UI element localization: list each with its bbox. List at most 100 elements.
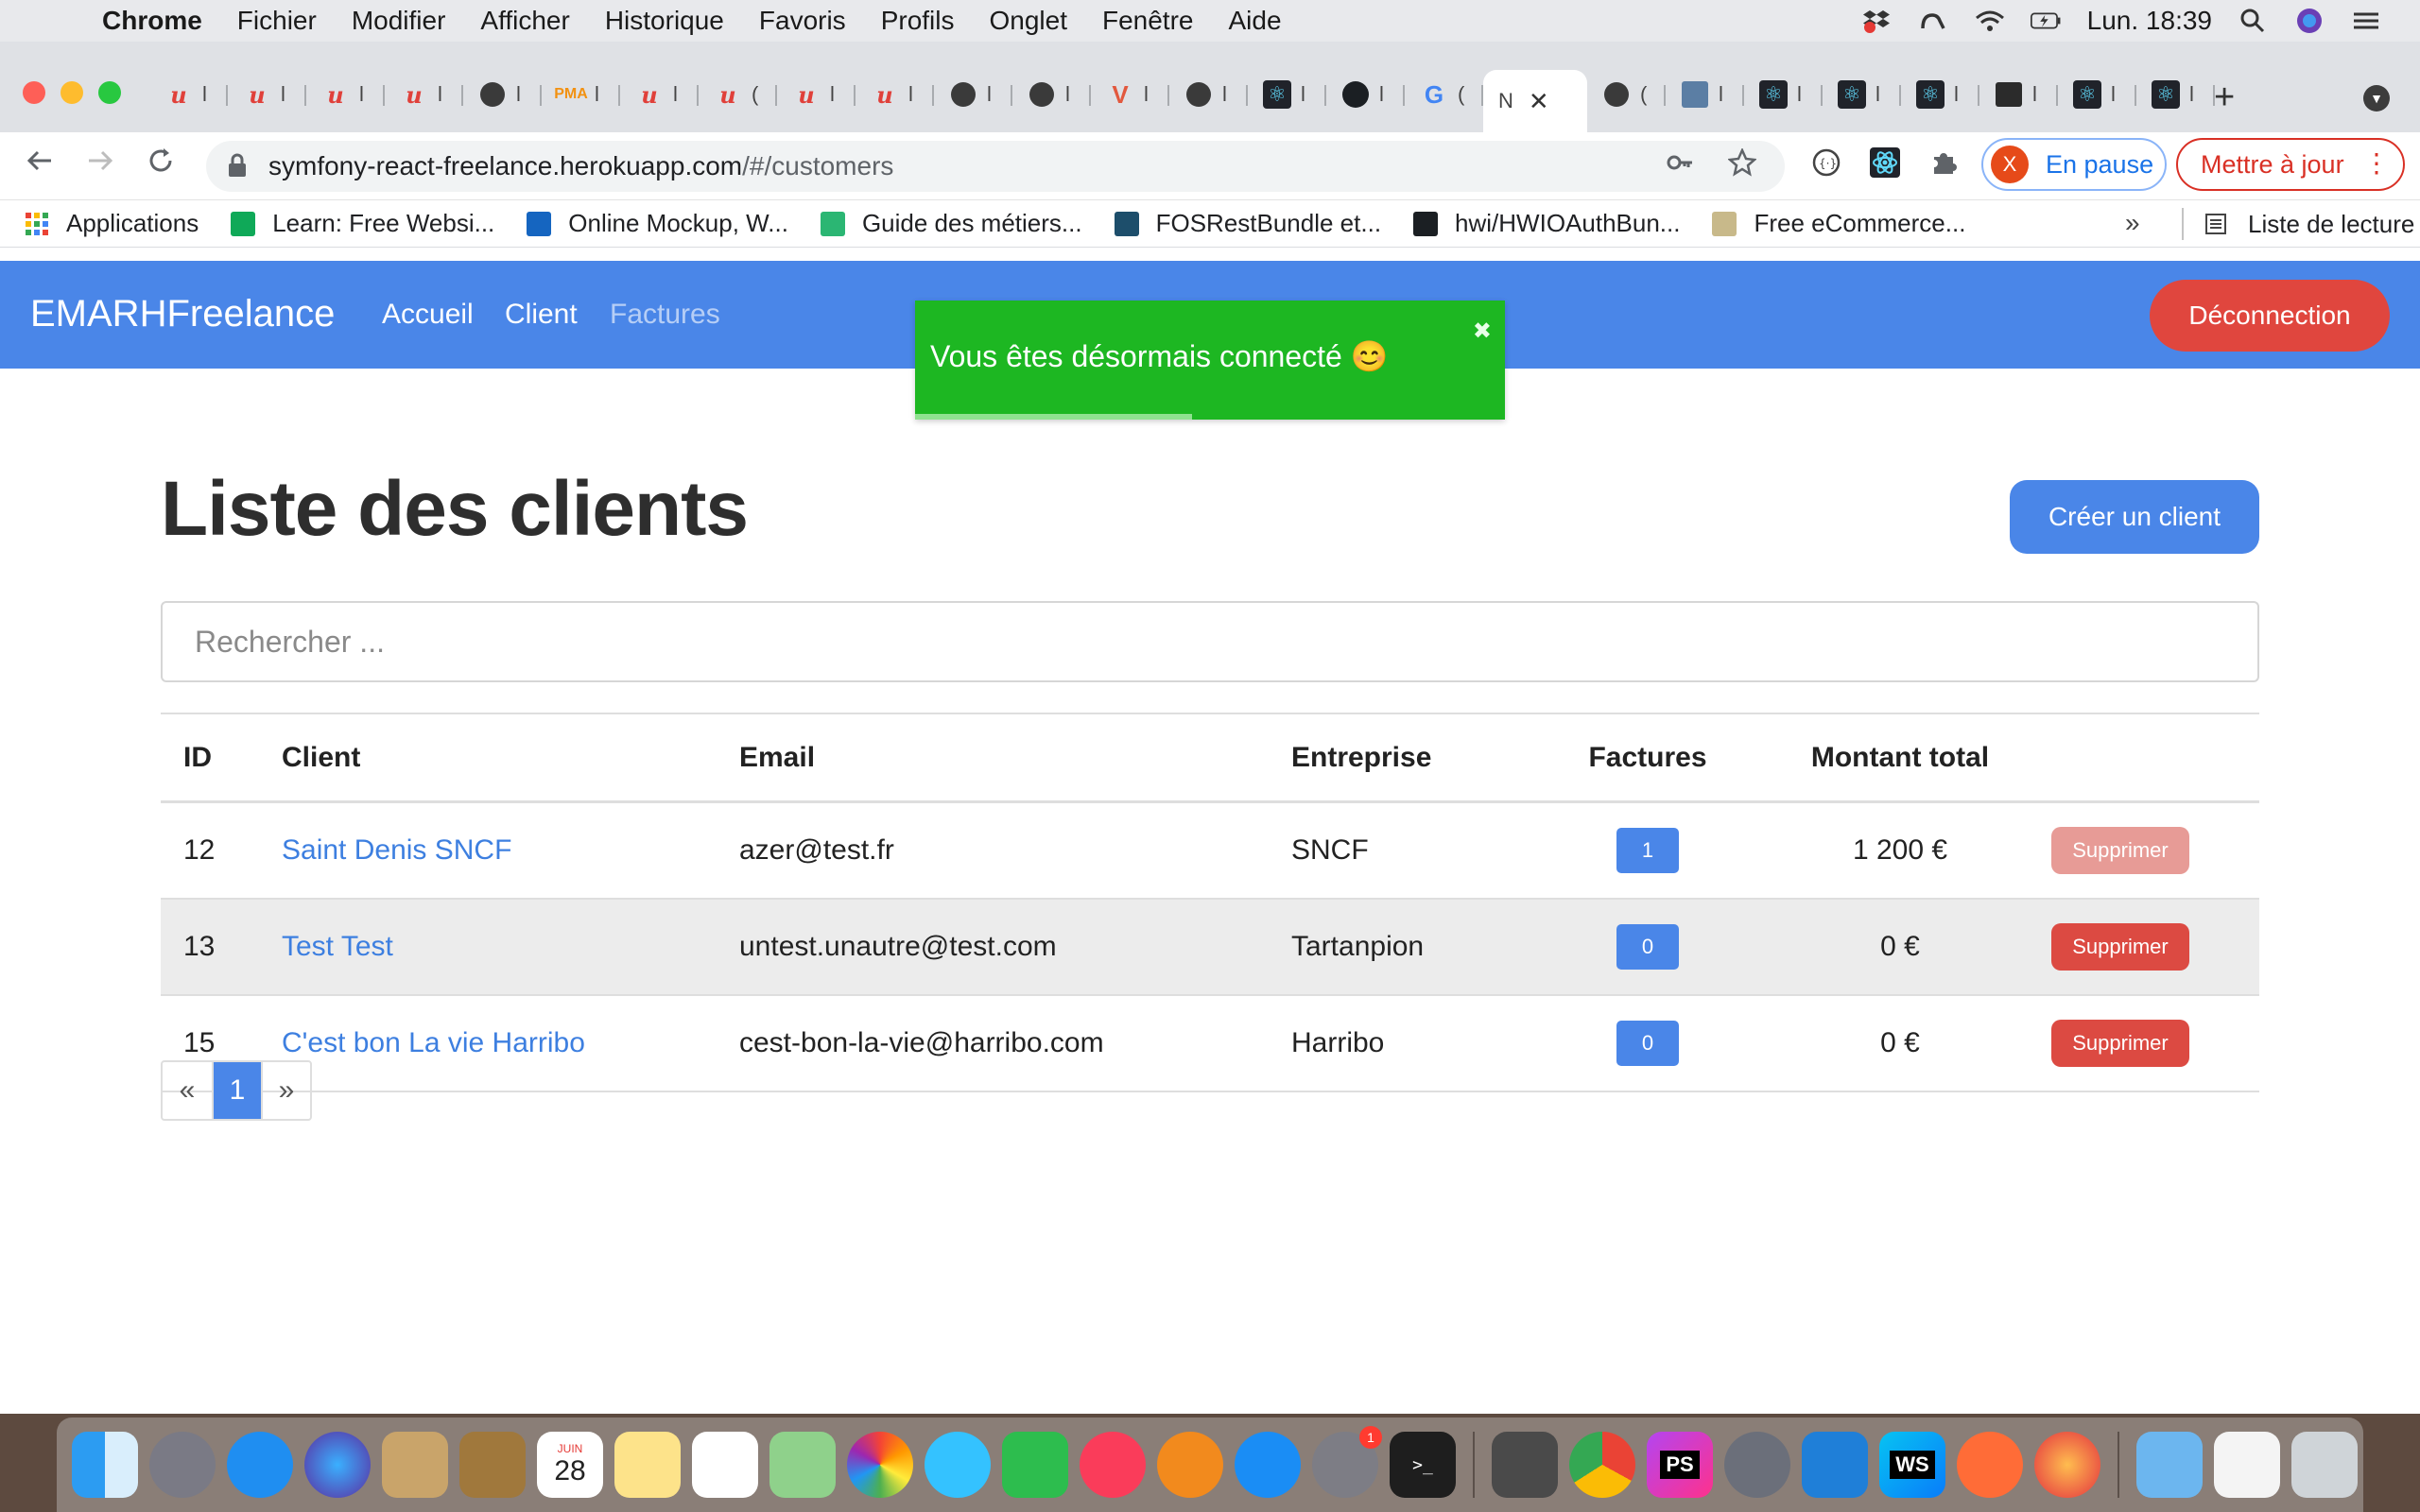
pagination-prev[interactable]: « (163, 1062, 212, 1119)
back-button[interactable] (25, 146, 55, 183)
facetime-icon[interactable] (1002, 1432, 1068, 1498)
tab-dark[interactable]: l (1979, 70, 2058, 119)
notes-icon[interactable] (614, 1432, 681, 1498)
finder-icon[interactable] (72, 1432, 138, 1498)
tab-globe[interactable]: l (1169, 70, 1248, 119)
terminal-icon[interactable]: >_ (1390, 1432, 1456, 1498)
tab-udemy[interactable]: ul (306, 70, 385, 119)
tab-globe[interactable]: l (463, 70, 542, 119)
tab-phpmyadmin[interactable]: PMA l (542, 70, 620, 119)
tab-udemy[interactable]: ul (856, 70, 934, 119)
nav-customers[interactable]: Client (505, 299, 578, 331)
menu-aide[interactable]: Aide (1228, 6, 1281, 36)
cell-client-link[interactable]: Test Test (282, 900, 393, 994)
postman-icon[interactable] (1957, 1432, 2023, 1498)
reminders-icon[interactable] (692, 1432, 758, 1498)
tab-react[interactable]: ⚛ l (1744, 70, 1823, 119)
tab-udemy[interactable]: ul (385, 70, 463, 119)
menubar-clock[interactable]: Lun. 18:39 (2087, 6, 2212, 36)
books-icon[interactable] (1157, 1432, 1223, 1498)
trash-icon[interactable] (2291, 1432, 2358, 1498)
phpstorm-icon[interactable]: PS (1647, 1432, 1713, 1498)
siri-icon[interactable] (304, 1432, 371, 1498)
firefox-icon[interactable] (2034, 1432, 2100, 1498)
forward-button[interactable] (85, 146, 115, 183)
zoom-window-button[interactable] (98, 81, 121, 104)
cell-client-link[interactable]: Saint Denis SNCF (282, 803, 511, 898)
bookmark-item[interactable]: FOSRestBundle et... (1114, 209, 1381, 238)
menu-chrome[interactable]: Chrome (102, 6, 202, 36)
tab-search-button[interactable]: ▼ (2363, 85, 2390, 112)
logout-button[interactable]: Déconnection (2150, 280, 2390, 352)
tab-react[interactable]: ⚛ l (2058, 70, 2136, 119)
tab-globe[interactable]: ( (1587, 70, 1666, 119)
tab-vue[interactable]: Vl (1091, 70, 1169, 119)
bookmark-star-icon[interactable] (1727, 146, 1757, 184)
contacts-icon[interactable] (459, 1432, 526, 1498)
pagination-next[interactable]: » (261, 1062, 310, 1119)
downloads-folder-icon[interactable] (2136, 1432, 2203, 1498)
tab-react[interactable]: ⚛ l (1901, 70, 1979, 119)
creative-cloud-icon[interactable] (1917, 8, 1949, 34)
nav-home[interactable]: Accueil (382, 299, 474, 331)
tab-react[interactable]: ⚛ l (2136, 70, 2215, 119)
menu-fenetre[interactable]: Fenêtre (1102, 6, 1194, 36)
system-preferences-icon[interactable]: 1 (1312, 1426, 1382, 1498)
chrome-icon[interactable] (1569, 1432, 1635, 1498)
tab-globe[interactable]: l (934, 70, 1012, 119)
sublime-text-icon[interactable] (1492, 1432, 1558, 1498)
pagination-page[interactable]: 1 (212, 1062, 261, 1119)
nav-invoices[interactable]: Factures (610, 299, 720, 331)
music-icon[interactable] (1080, 1432, 1146, 1498)
menu-profils[interactable]: Profils (881, 6, 955, 36)
control-center-icon[interactable] (2350, 8, 2382, 34)
bookmark-item[interactable]: Free eCommerce... (1712, 209, 1965, 238)
key-icon[interactable] (1666, 148, 1694, 184)
profile-button[interactable]: X En pause (1981, 138, 2167, 191)
tab-active[interactable]: N ✕ (1483, 70, 1587, 132)
menu-modifier[interactable]: Modifier (352, 6, 446, 36)
bookmark-item[interactable]: Applications (25, 209, 199, 238)
battery-icon[interactable] (2030, 8, 2063, 34)
tab-react[interactable]: ⚛ l (1823, 70, 1901, 119)
search-input[interactable]: Rechercher ... (161, 601, 2259, 682)
reload-button[interactable] (146, 146, 176, 183)
create-customer-button[interactable]: Créer un client (2010, 480, 2259, 554)
app-store-icon[interactable] (1235, 1432, 1301, 1498)
menu-historique[interactable]: Historique (605, 6, 724, 36)
cell-client-link[interactable]: C'est bon La vie Harribo (282, 996, 585, 1091)
webstorm-icon[interactable]: WS (1879, 1432, 1945, 1498)
minimize-window-button[interactable] (60, 81, 83, 104)
spotlight-icon[interactable] (2237, 8, 2269, 34)
calendar-icon[interactable]: JUIN 28 (537, 1432, 603, 1498)
tab-udemy[interactable]: u( (699, 70, 777, 119)
tab-github[interactable]: l (1326, 70, 1405, 119)
extensions-puzzle-icon[interactable] (1928, 147, 1959, 185)
extension-json-icon[interactable]: {·} (1811, 147, 1841, 185)
photos-icon[interactable] (847, 1432, 913, 1498)
delete-button[interactable]: Supprimer (2051, 1020, 2189, 1067)
more-menu-icon[interactable]: ⋮ (2363, 147, 2390, 179)
url-text[interactable]: symfony-react-freelance.herokuapp.com/#/… (268, 151, 893, 181)
maps-icon[interactable] (769, 1432, 836, 1498)
tab-person[interactable]: l (1666, 70, 1744, 119)
menu-favoris[interactable]: Favoris (759, 6, 846, 36)
update-chrome-button[interactable]: Mettre à jour ⋮ (2176, 138, 2405, 191)
brand-logo[interactable]: EMARHFreelance (30, 293, 335, 335)
bookmark-item[interactable]: hwi/HWIOAuthBun... (1413, 209, 1680, 238)
tab-udemy[interactable]: ul (149, 70, 228, 119)
bookmark-item[interactable]: Guide des métiers... (820, 209, 1082, 238)
dropbox-icon[interactable] (1860, 8, 1893, 34)
close-window-button[interactable] (23, 81, 45, 104)
tab-udemy[interactable]: ul (777, 70, 856, 119)
menu-afficher[interactable]: Afficher (480, 6, 569, 36)
toast-close-icon[interactable]: ✖ (1473, 318, 1492, 345)
tab-udemy[interactable]: ul (620, 70, 699, 119)
bookmark-item[interactable]: Online Mockup, W... (527, 209, 788, 238)
menu-fichier[interactable]: Fichier (237, 6, 317, 36)
address-bar[interactable]: symfony-react-freelance.herokuapp.com/#/… (206, 141, 1785, 192)
tab-udemy[interactable]: ul (228, 70, 306, 119)
vscode-icon[interactable] (1802, 1432, 1868, 1498)
delete-button[interactable]: Supprimer (2051, 923, 2189, 971)
launchpad-icon[interactable] (149, 1432, 216, 1498)
